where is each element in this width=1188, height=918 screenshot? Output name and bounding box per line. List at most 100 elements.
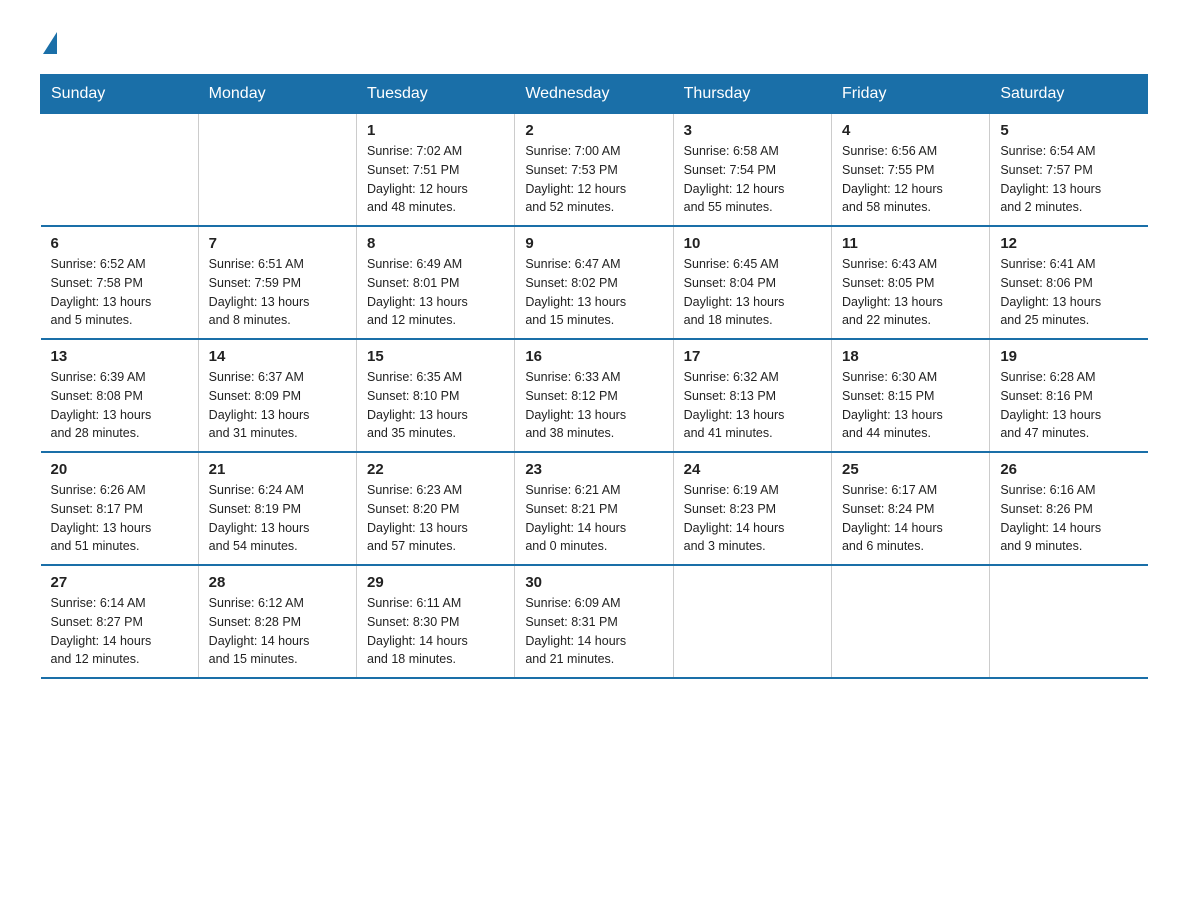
calendar-cell: 16 Sunrise: 6:33 AM Sunset: 8:12 PM Dayli… (515, 339, 673, 452)
calendar-week-row: 20 Sunrise: 6:26 AM Sunset: 8:17 PM Dayli… (41, 452, 1148, 565)
calendar-cell: 19 Sunrise: 6:28 AM Sunset: 8:16 PM Dayli… (990, 339, 1148, 452)
day-number: 1 (367, 122, 504, 139)
calendar-cell: 13Sunrise: 6:39 AM Sunset: 8:08 PM Dayli… (41, 339, 199, 452)
day-number: 15 (367, 348, 504, 365)
day-number: 24 (684, 461, 821, 478)
calendar-cell: 30Sunrise: 6:09 AM Sunset: 8:31 PM Dayli… (515, 565, 673, 678)
day-number: 19 (1000, 348, 1137, 365)
calendar-cell: 3 Sunrise: 6:58 AM Sunset: 7:54 PM Daylig… (673, 114, 831, 227)
day-number: 12 (1000, 235, 1137, 252)
day-info: Sunrise: 6:54 AM Sunset: 7:57 PM Dayligh… (1000, 142, 1137, 217)
calendar-header-row: SundayMondayTuesdayWednesdayThursdayFrid… (41, 75, 1148, 114)
day-info: Sunrise: 6:14 AM Sunset: 8:27 PM Dayligh… (51, 594, 188, 669)
day-number: 18 (842, 348, 979, 365)
day-info: Sunrise: 6:24 AM Sunset: 8:19 PM Dayligh… (209, 481, 346, 556)
day-info: Sunrise: 6:21 AM Sunset: 8:21 PM Dayligh… (525, 481, 662, 556)
day-info: Sunrise: 6:28 AM Sunset: 8:16 PM Dayligh… (1000, 368, 1137, 443)
day-info: Sunrise: 6:26 AM Sunset: 8:17 PM Dayligh… (51, 481, 188, 556)
calendar-cell: 14Sunrise: 6:37 AM Sunset: 8:09 PM Dayli… (198, 339, 356, 452)
logo (40, 30, 57, 54)
header-thursday: Thursday (673, 75, 831, 114)
day-info: Sunrise: 6:23 AM Sunset: 8:20 PM Dayligh… (367, 481, 504, 556)
day-info: Sunrise: 6:17 AM Sunset: 8:24 PM Dayligh… (842, 481, 979, 556)
calendar-cell: 6 Sunrise: 6:52 AM Sunset: 7:58 PM Daylig… (41, 226, 199, 339)
calendar-cell: 8 Sunrise: 6:49 AM Sunset: 8:01 PM Daylig… (357, 226, 515, 339)
day-info: Sunrise: 6:19 AM Sunset: 8:23 PM Dayligh… (684, 481, 821, 556)
day-number: 4 (842, 122, 979, 139)
day-info: Sunrise: 7:00 AM Sunset: 7:53 PM Dayligh… (525, 142, 662, 217)
day-number: 25 (842, 461, 979, 478)
day-info: Sunrise: 6:32 AM Sunset: 8:13 PM Dayligh… (684, 368, 821, 443)
day-info: Sunrise: 6:58 AM Sunset: 7:54 PM Dayligh… (684, 142, 821, 217)
calendar-cell: 1 Sunrise: 7:02 AM Sunset: 7:51 PM Daylig… (357, 114, 515, 227)
calendar-table: SundayMondayTuesdayWednesdayThursdayFrid… (40, 74, 1148, 679)
calendar-cell: 4 Sunrise: 6:56 AM Sunset: 7:55 PM Daylig… (831, 114, 989, 227)
header-saturday: Saturday (990, 75, 1148, 114)
calendar-cell: 26Sunrise: 6:16 AM Sunset: 8:26 PM Dayli… (990, 452, 1148, 565)
day-number: 20 (51, 461, 188, 478)
calendar-cell: 21 Sunrise: 6:24 AM Sunset: 8:19 PM Dayli… (198, 452, 356, 565)
calendar-cell: 20 Sunrise: 6:26 AM Sunset: 8:17 PM Dayli… (41, 452, 199, 565)
day-number: 29 (367, 574, 504, 591)
day-info: Sunrise: 6:11 AM Sunset: 8:30 PM Dayligh… (367, 594, 504, 669)
day-number: 28 (209, 574, 346, 591)
day-number: 3 (684, 122, 821, 139)
calendar-cell (673, 565, 831, 678)
page-header (40, 30, 1148, 54)
calendar-week-row: 6 Sunrise: 6:52 AM Sunset: 7:58 PM Daylig… (41, 226, 1148, 339)
header-monday: Monday (198, 75, 356, 114)
calendar-cell: 5 Sunrise: 6:54 AM Sunset: 7:57 PM Daylig… (990, 114, 1148, 227)
day-info: Sunrise: 6:30 AM Sunset: 8:15 PM Dayligh… (842, 368, 979, 443)
day-info: Sunrise: 6:39 AM Sunset: 8:08 PM Dayligh… (51, 368, 188, 443)
calendar-cell: 11 Sunrise: 6:43 AM Sunset: 8:05 PM Dayli… (831, 226, 989, 339)
calendar-cell: 27 Sunrise: 6:14 AM Sunset: 8:27 PM Dayli… (41, 565, 199, 678)
header-tuesday: Tuesday (357, 75, 515, 114)
day-number: 2 (525, 122, 662, 139)
day-info: Sunrise: 6:56 AM Sunset: 7:55 PM Dayligh… (842, 142, 979, 217)
calendar-cell (990, 565, 1148, 678)
day-info: Sunrise: 6:37 AM Sunset: 8:09 PM Dayligh… (209, 368, 346, 443)
calendar-cell: 28 Sunrise: 6:12 AM Sunset: 8:28 PM Dayli… (198, 565, 356, 678)
day-info: Sunrise: 6:41 AM Sunset: 8:06 PM Dayligh… (1000, 255, 1137, 330)
day-number: 30 (525, 574, 662, 591)
day-number: 10 (684, 235, 821, 252)
day-info: Sunrise: 6:47 AM Sunset: 8:02 PM Dayligh… (525, 255, 662, 330)
calendar-week-row: 1 Sunrise: 7:02 AM Sunset: 7:51 PM Daylig… (41, 114, 1148, 227)
day-info: Sunrise: 6:43 AM Sunset: 8:05 PM Dayligh… (842, 255, 979, 330)
day-info: Sunrise: 6:12 AM Sunset: 8:28 PM Dayligh… (209, 594, 346, 669)
day-info: Sunrise: 6:16 AM Sunset: 8:26 PM Dayligh… (1000, 481, 1137, 556)
logo-triangle-icon (43, 32, 57, 54)
day-number: 11 (842, 235, 979, 252)
day-number: 8 (367, 235, 504, 252)
calendar-cell (41, 114, 199, 227)
day-number: 7 (209, 235, 346, 252)
calendar-cell: 23Sunrise: 6:21 AM Sunset: 8:21 PM Dayli… (515, 452, 673, 565)
calendar-cell: 25 Sunrise: 6:17 AM Sunset: 8:24 PM Dayli… (831, 452, 989, 565)
calendar-cell: 9 Sunrise: 6:47 AM Sunset: 8:02 PM Daylig… (515, 226, 673, 339)
day-number: 16 (525, 348, 662, 365)
calendar-cell: 2 Sunrise: 7:00 AM Sunset: 7:53 PM Daylig… (515, 114, 673, 227)
day-info: Sunrise: 7:02 AM Sunset: 7:51 PM Dayligh… (367, 142, 504, 217)
day-number: 9 (525, 235, 662, 252)
header-sunday: Sunday (41, 75, 199, 114)
calendar-cell: 7Sunrise: 6:51 AM Sunset: 7:59 PM Daylig… (198, 226, 356, 339)
day-number: 17 (684, 348, 821, 365)
calendar-cell: 17 Sunrise: 6:32 AM Sunset: 8:13 PM Dayli… (673, 339, 831, 452)
day-info: Sunrise: 6:45 AM Sunset: 8:04 PM Dayligh… (684, 255, 821, 330)
calendar-cell: 22 Sunrise: 6:23 AM Sunset: 8:20 PM Dayli… (357, 452, 515, 565)
day-number: 21 (209, 461, 346, 478)
calendar-cell: 18 Sunrise: 6:30 AM Sunset: 8:15 PM Dayli… (831, 339, 989, 452)
day-info: Sunrise: 6:52 AM Sunset: 7:58 PM Dayligh… (51, 255, 188, 330)
day-number: 27 (51, 574, 188, 591)
day-number: 6 (51, 235, 188, 252)
header-friday: Friday (831, 75, 989, 114)
day-info: Sunrise: 6:49 AM Sunset: 8:01 PM Dayligh… (367, 255, 504, 330)
calendar-cell: 15Sunrise: 6:35 AM Sunset: 8:10 PM Dayli… (357, 339, 515, 452)
calendar-cell (831, 565, 989, 678)
calendar-cell: 24 Sunrise: 6:19 AM Sunset: 8:23 PM Dayli… (673, 452, 831, 565)
day-number: 22 (367, 461, 504, 478)
calendar-cell: 10 Sunrise: 6:45 AM Sunset: 8:04 PM Dayli… (673, 226, 831, 339)
day-info: Sunrise: 6:33 AM Sunset: 8:12 PM Dayligh… (525, 368, 662, 443)
calendar-cell (198, 114, 356, 227)
day-number: 5 (1000, 122, 1137, 139)
